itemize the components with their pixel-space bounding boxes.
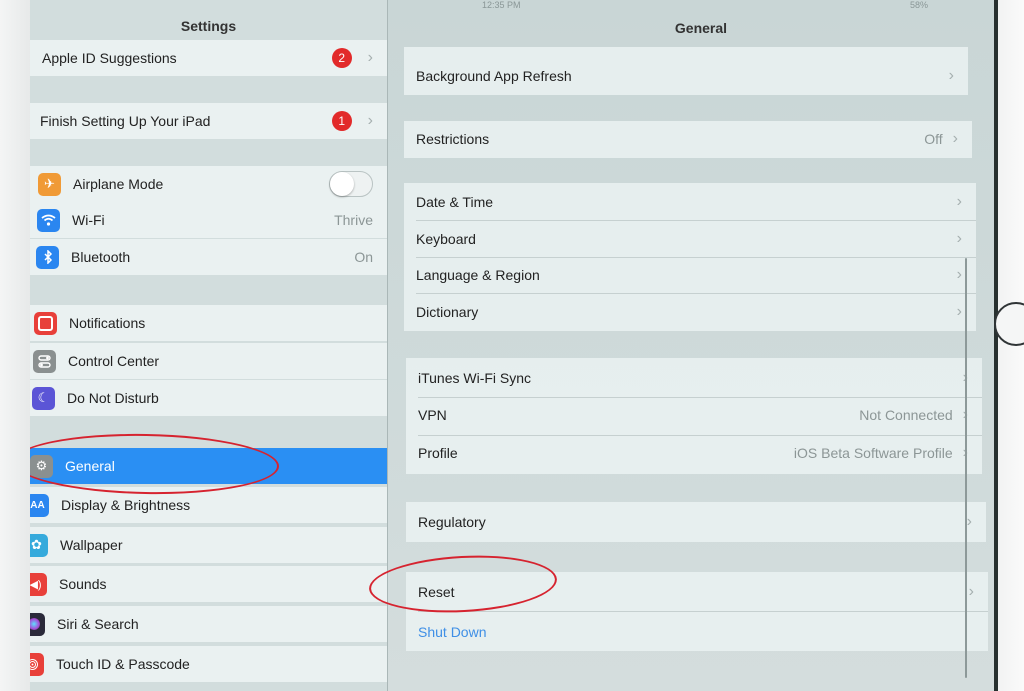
- sidebar-item-label: Sounds: [59, 576, 107, 592]
- sidebar-item-do-not-disturb[interactable]: ☾ Do Not Disturb: [30, 380, 387, 416]
- wallpaper-icon: ✿: [30, 533, 48, 557]
- row-label: Keyboard: [416, 231, 476, 247]
- sidebar-item-label: Bluetooth: [71, 249, 131, 265]
- sidebar-item-label: Touch ID & Passcode: [56, 656, 190, 672]
- sidebar-item-siri-search[interactable]: Siri & Search: [30, 606, 387, 642]
- device-bezel-left: [0, 0, 30, 691]
- row-label: Regulatory: [418, 514, 486, 530]
- shut-down-button[interactable]: Shut Down: [406, 614, 988, 650]
- sidebar-item-label: Siri & Search: [57, 616, 139, 632]
- row-label: Language & Region: [416, 267, 540, 283]
- row-label: Profile: [418, 445, 458, 461]
- sidebar-item-label: Control Center: [68, 353, 160, 369]
- chevron-right-icon: ›: [968, 583, 974, 600]
- sidebar-item-notifications[interactable]: Notifications: [30, 305, 387, 341]
- sidebar-item-bluetooth[interactable]: Bluetooth On: [30, 239, 387, 275]
- row-label: Date & Time: [416, 194, 494, 210]
- row-divider: [418, 611, 988, 612]
- row-restrictions[interactable]: Restrictions Off ›: [404, 121, 972, 157]
- notifications-icon: [34, 311, 57, 335]
- sidebar-item-wallpaper[interactable]: ✿ Wallpaper: [30, 527, 387, 563]
- sidebar-item-display-brightness[interactable]: AA Display & Brightness: [30, 487, 387, 523]
- notification-badge: 2: [331, 48, 352, 68]
- sidebar-item-label: Notifications: [69, 315, 146, 331]
- sidebar-item-label: Airplane Mode: [73, 176, 164, 192]
- detail-title: General: [674, 20, 728, 36]
- profile-value: iOS Beta Software Profile: [793, 445, 953, 461]
- chevron-right-icon: ›: [956, 266, 962, 283]
- page-title: Settings: [180, 18, 237, 34]
- restrictions-value: Off: [924, 131, 943, 147]
- chevron-right-icon: ›: [956, 193, 962, 210]
- row-label: VPN: [418, 407, 447, 423]
- sidebar-item-label: Wi-Fi: [72, 212, 105, 228]
- row-background-app-refresh[interactable]: Background App Refresh ›: [404, 58, 968, 94]
- shut-down-label: Shut Down: [418, 624, 487, 640]
- sidebar-item-sounds[interactable]: ◀) Sounds: [30, 566, 387, 602]
- wifi-network-value: Thrive: [334, 212, 373, 228]
- airplane-icon: ✈: [38, 172, 61, 196]
- sidebar-item-label: Display & Brightness: [61, 497, 191, 513]
- fingerprint-icon: [30, 652, 44, 676]
- row-vpn[interactable]: VPN Not Connected ›: [406, 397, 982, 433]
- notification-badge: 1: [331, 111, 352, 131]
- sidebar-item-label: Apple ID Suggestions: [42, 50, 177, 66]
- chevron-right-icon: ›: [956, 303, 962, 320]
- settings-master-pane: Settings Apple ID Suggestions 2 › Finish…: [30, 0, 388, 691]
- row-label: iTunes Wi-Fi Sync: [418, 370, 532, 386]
- display-icon: AA: [30, 493, 49, 517]
- row-label: Dictionary: [416, 304, 479, 320]
- bluetooth-icon: [36, 245, 59, 269]
- row-keyboard[interactable]: Keyboard ›: [404, 221, 976, 257]
- sidebar-item-label: Do Not Disturb: [67, 390, 159, 406]
- row-itunes-wifi-sync[interactable]: iTunes Wi-Fi Sync ›: [406, 360, 982, 396]
- moon-icon: ☾: [32, 386, 55, 410]
- row-regulatory[interactable]: Regulatory ›: [406, 504, 986, 540]
- row-profile[interactable]: Profile iOS Beta Software Profile ›: [406, 435, 982, 471]
- vpn-status-value: Not Connected: [859, 407, 953, 423]
- sidebar-item-label: Finish Setting Up Your iPad: [40, 113, 211, 129]
- wifi-icon: [37, 208, 60, 232]
- row-label: Restrictions: [416, 131, 490, 147]
- sidebar-item-wifi[interactable]: Wi-Fi Thrive: [30, 202, 387, 238]
- siri-icon: [30, 612, 45, 636]
- row-language-region[interactable]: Language & Region ›: [404, 257, 976, 293]
- sidebar-item-airplane-mode[interactable]: ✈ Airplane Mode: [30, 166, 387, 202]
- bluetooth-status-value: On: [354, 249, 373, 265]
- chevron-right-icon: ›: [367, 112, 373, 129]
- scrollbar[interactable]: [965, 258, 967, 678]
- sidebar-item-apple-id-suggestions[interactable]: Apple ID Suggestions 2 ›: [30, 40, 387, 76]
- chevron-right-icon: ›: [956, 230, 962, 247]
- airplane-mode-toggle[interactable]: [329, 171, 373, 197]
- ipad-screen: iPad 12:35 PM 58% Settings Apple ID Sugg…: [30, 0, 994, 691]
- sidebar-item-touch-id-passcode[interactable]: Touch ID & Passcode: [30, 646, 387, 682]
- row-date-time[interactable]: Date & Time ›: [404, 184, 976, 220]
- chevron-right-icon: ›: [948, 67, 954, 84]
- chevron-right-icon: ›: [952, 130, 958, 147]
- sidebar-item-label: Wallpaper: [60, 537, 123, 553]
- row-label: Background App Refresh: [416, 68, 572, 84]
- sidebar-item-control-center[interactable]: Control Center: [30, 343, 387, 379]
- speaker-icon: ◀): [30, 572, 47, 596]
- chevron-right-icon: ›: [966, 513, 972, 530]
- row-dictionary[interactable]: Dictionary ›: [404, 294, 976, 330]
- control-center-icon: [33, 349, 56, 373]
- chevron-right-icon: ›: [367, 49, 373, 66]
- sidebar-item-finish-setup[interactable]: Finish Setting Up Your iPad 1 ›: [30, 103, 387, 139]
